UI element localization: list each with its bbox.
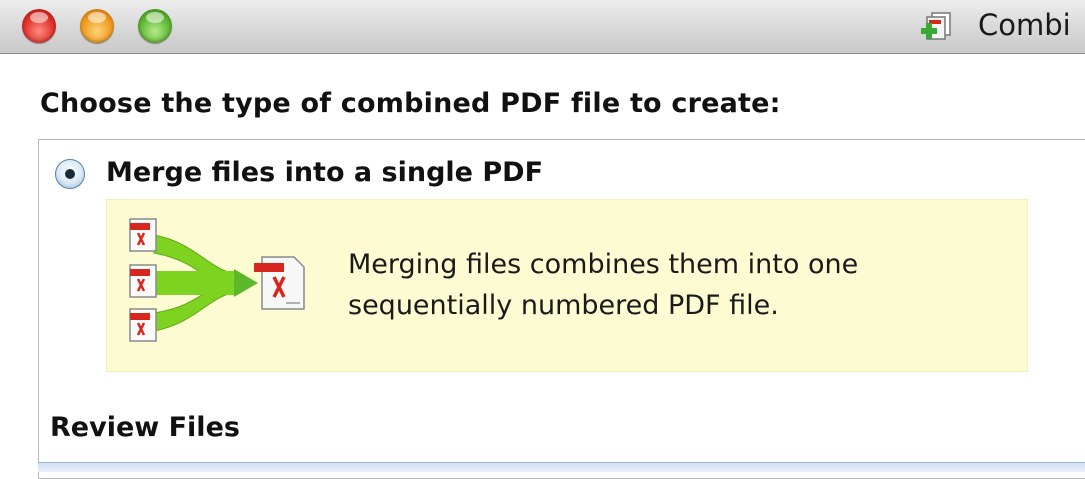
- page-heading: Choose the type of combined PDF file to …: [40, 88, 781, 119]
- title-bar: Combi: [0, 0, 1085, 54]
- window-title: Combi: [978, 8, 1071, 42]
- review-files-heading: Review Files: [50, 412, 240, 443]
- minimize-window-button[interactable]: [80, 9, 114, 43]
- pdf-doc-1: [129, 218, 157, 252]
- file-list[interactable]: [38, 462, 1085, 472]
- description-line: sequentially numbered PDF file.: [348, 290, 779, 321]
- description-line: Merging files combines them into one: [348, 249, 859, 280]
- merge-files-label[interactable]: Merge files into a single PDF: [106, 157, 543, 188]
- merge-description: Merging files combines them into one seq…: [348, 244, 1008, 326]
- close-window-button[interactable]: [22, 9, 56, 43]
- merge-files-radio[interactable]: [55, 159, 85, 189]
- combine-files-icon: [921, 12, 951, 40]
- zoom-window-button[interactable]: [138, 9, 172, 43]
- merge-pdf-illustration-icon: [129, 218, 305, 342]
- radio-selected-dot: [65, 169, 75, 179]
